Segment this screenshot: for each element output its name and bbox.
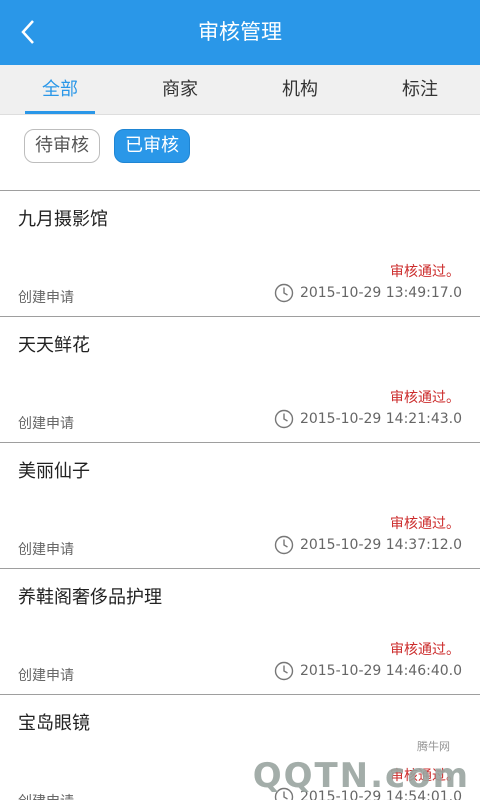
item-status: 审核通过。 — [390, 264, 460, 280]
item-time-text: 2015-10-29 14:21:43.0 — [299, 411, 462, 427]
review-list[interactable]: 九月摄影馆 审核通过。 创建申请 2015-10-29 13:49:17.0 天… — [0, 182, 480, 800]
item-name: 宝岛眼镜 — [18, 713, 90, 734]
item-type: 创建申请 — [18, 290, 74, 306]
item-status: 审核通过。 — [390, 516, 460, 532]
item-name: 九月摄影馆 — [18, 209, 108, 230]
clock-icon — [274, 283, 294, 303]
item-time: 2015-10-29 14:37:12.0 — [274, 535, 462, 555]
page-title: 审核管理 — [198, 20, 282, 44]
item-time-text: 2015-10-29 13:49:17.0 — [299, 285, 462, 301]
item-name: 美丽仙子 — [18, 461, 90, 482]
app-header: 审核管理 — [0, 0, 480, 65]
tab-institution[interactable]: 机构 — [240, 65, 360, 114]
item-status: 审核通过。 — [390, 390, 460, 406]
item-time: 2015-10-29 13:49:17.0 — [274, 283, 462, 303]
watermark-cn: 腾牛网 — [417, 740, 450, 753]
tab-merchant[interactable]: 商家 — [120, 65, 240, 114]
item-time-text: 2015-10-29 14:37:12.0 — [299, 537, 462, 553]
watermark-en: QQTN.com — [252, 756, 470, 796]
filter-done-button[interactable]: 已审核 — [114, 129, 190, 163]
watermark-logo: 腾牛网 QQTN.com — [253, 736, 470, 796]
item-type: 创建申请 — [18, 791, 74, 800]
list-item-partial — [0, 182, 480, 191]
item-type: 创建申请 — [18, 542, 74, 558]
list-item[interactable]: 九月摄影馆 审核通过。 创建申请 2015-10-29 13:49:17.0 — [0, 191, 480, 317]
item-time: 2015-10-29 14:21:43.0 — [274, 409, 462, 429]
status-filter: 待审核 已审核 — [0, 115, 480, 183]
item-type: 创建申请 — [18, 416, 74, 432]
item-time: 2015-10-29 14:46:40.0 — [274, 661, 462, 681]
list-item[interactable]: 美丽仙子 审核通过。 创建申请 2015-10-29 14:37:12.0 — [0, 443, 480, 569]
clock-icon — [274, 409, 294, 429]
clock-icon — [274, 535, 294, 555]
item-time-text: 2015-10-29 14:46:40.0 — [299, 663, 462, 679]
filter-pending-button[interactable]: 待审核 — [24, 129, 100, 163]
item-type: 创建申请 — [18, 668, 74, 684]
item-name: 养鞋阁奢侈品护理 — [18, 587, 162, 608]
clock-icon — [274, 661, 294, 681]
list-item[interactable]: 养鞋阁奢侈品护理 审核通过。 创建申请 2015-10-29 14:46:40.… — [0, 569, 480, 695]
tab-bar: 全部 商家 机构 标注 — [0, 65, 480, 115]
tab-all[interactable]: 全部 — [0, 65, 120, 114]
item-name: 天天鲜花 — [18, 335, 90, 356]
item-status: 审核通过。 — [390, 642, 460, 658]
list-item[interactable]: 天天鲜花 审核通过。 创建申请 2015-10-29 14:21:43.0 — [0, 317, 480, 443]
tab-annotation[interactable]: 标注 — [360, 65, 480, 114]
